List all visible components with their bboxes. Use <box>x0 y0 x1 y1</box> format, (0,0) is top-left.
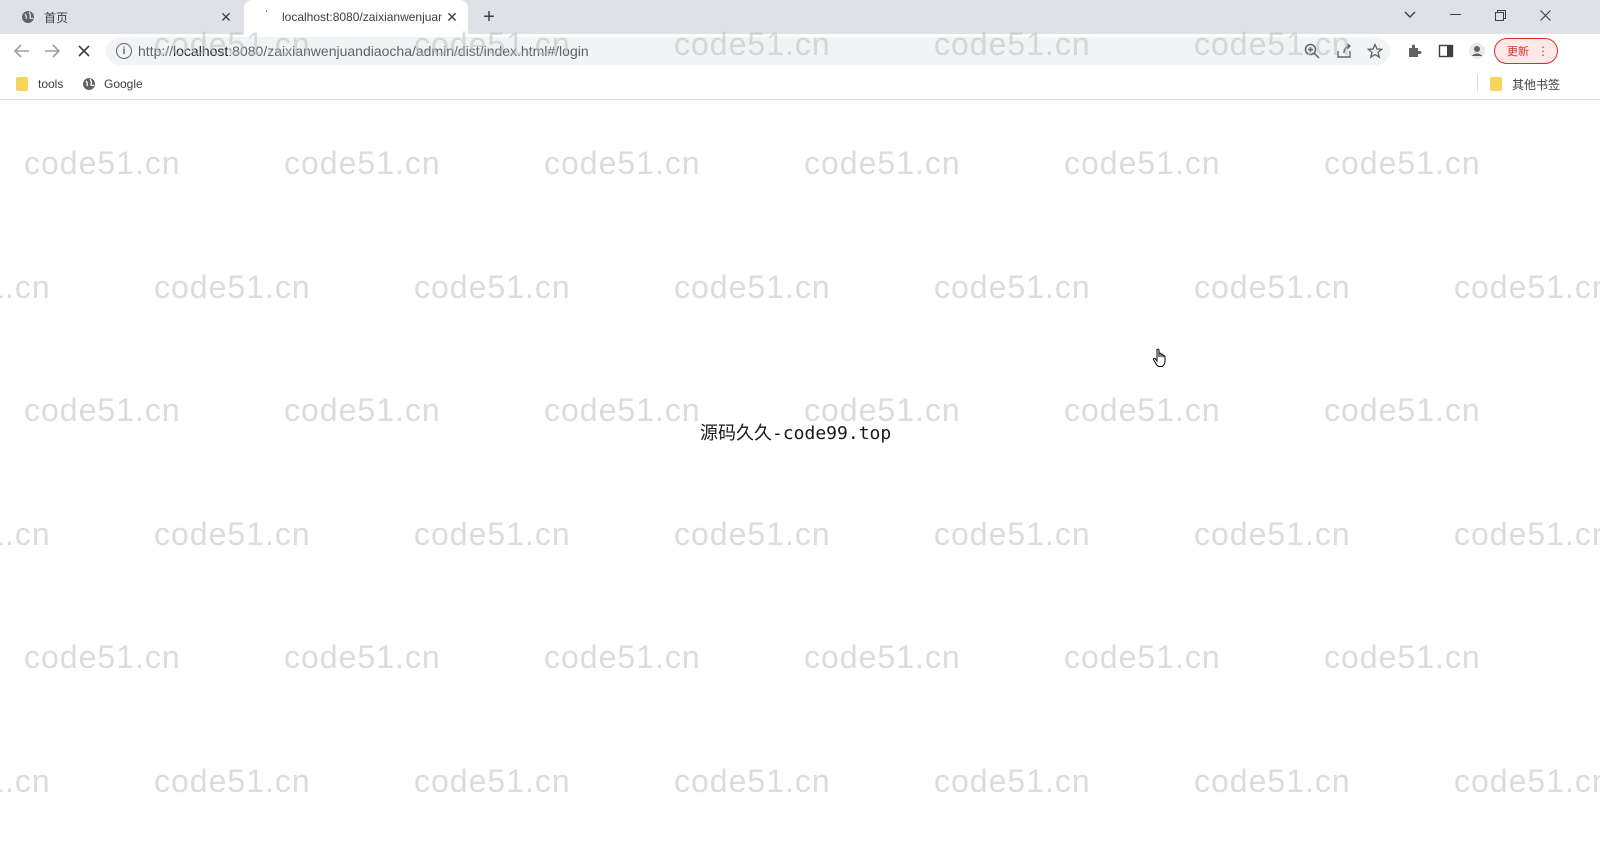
watermark: code51.cn <box>0 269 51 305</box>
globe-icon <box>20 9 36 25</box>
side-panel-icon[interactable] <box>1436 41 1456 61</box>
back-button[interactable] <box>9 38 35 64</box>
browser-toolbar: i http://localhost:8080/zaixianwenjuandi… <box>0 34 1600 68</box>
watermark: code51.cn <box>0 516 51 552</box>
watermark: code51.cn <box>544 392 701 428</box>
watermark: code51.cn <box>544 639 701 675</box>
update-button[interactable]: 更新 ⋮ <box>1494 38 1558 64</box>
watermark: code51.cn <box>934 516 1091 552</box>
watermark: code51.cn <box>674 269 831 305</box>
bookmark-star-icon[interactable] <box>1365 41 1385 61</box>
bookmarks-bar: tools Google 其他书签 <box>0 68 1600 100</box>
share-icon[interactable] <box>1334 41 1354 61</box>
watermark: code51.cn <box>154 516 311 552</box>
watermark: code51.cn <box>804 639 961 675</box>
watermark: code51.cn <box>934 269 1091 305</box>
watermark: code51.cn <box>934 763 1091 799</box>
close-tab-icon[interactable]: ✕ <box>442 7 462 27</box>
watermark: code51.cn <box>674 763 831 799</box>
site-info-icon[interactable]: i <box>116 43 132 59</box>
close-window-button[interactable] <box>1522 0 1568 30</box>
watermark: code51.cn <box>414 269 571 305</box>
watermark: code51.cn <box>154 763 311 799</box>
watermark: code51.cn <box>674 516 831 552</box>
forward-button[interactable] <box>39 38 65 64</box>
stop-loading-button[interactable] <box>71 38 97 64</box>
watermark: code51.cn <box>284 145 441 181</box>
bookmark-google[interactable]: Google <box>82 74 143 94</box>
url-text[interactable]: http://localhost:8080/zaixianwenjuandiao… <box>138 43 589 59</box>
watermark: code51.cn <box>414 516 571 552</box>
tab-search-icon[interactable] <box>1387 0 1433 30</box>
watermark: code51.cn <box>1194 763 1351 799</box>
watermark: code51.cn <box>414 763 571 799</box>
close-tab-icon[interactable]: ✕ <box>216 7 236 27</box>
menu-dots-icon[interactable]: ⋮ <box>1537 45 1549 57</box>
watermark: code51.cn <box>1064 392 1221 428</box>
zoom-icon[interactable] <box>1302 41 1322 61</box>
watermark: code51.cn <box>1324 392 1481 428</box>
watermark: code51.cn <box>284 392 441 428</box>
watermark: code51.cn <box>24 145 181 181</box>
folder-icon <box>16 77 28 91</box>
watermark: code51.cn <box>1324 639 1481 675</box>
other-bookmarks[interactable]: 其他书签 <box>1490 74 1560 94</box>
new-tab-button[interactable]: + <box>478 6 500 28</box>
watermark: code51.cn <box>24 639 181 675</box>
watermark: code51.cn <box>24 392 181 428</box>
watermark: code51.cn <box>544 145 701 181</box>
tab-home[interactable]: 首页 ✕ <box>8 0 242 34</box>
watermark: code51.cn <box>1064 145 1221 181</box>
watermark: code51.cn <box>1324 145 1481 181</box>
minimize-button[interactable] <box>1432 0 1478 30</box>
folder-icon <box>1490 77 1502 91</box>
bookmark-tools[interactable]: tools <box>16 74 63 94</box>
watermark: code51.cn <box>1454 763 1600 799</box>
watermark: code51.cn <box>1064 639 1221 675</box>
tab-login[interactable]: localhost:8080/zaixianwenjuandiaocha/adm… <box>244 0 468 34</box>
tab-title: localhost:8080/zaixianwenjuandiaocha/adm… <box>282 10 442 24</box>
bookmarks-divider <box>1477 74 1478 92</box>
page-content: code51.cn code51.cn code51.cn code51.cn … <box>0 101 1600 860</box>
watermark: code51.cn <box>284 639 441 675</box>
address-bar[interactable]: i http://localhost:8080/zaixianwenjuandi… <box>106 37 1390 65</box>
loading-icon <box>258 9 274 25</box>
watermark: code51.cn <box>1454 269 1600 305</box>
restore-button[interactable] <box>1477 0 1523 30</box>
tab-title: 首页 <box>44 10 69 25</box>
extensions-icon[interactable] <box>1404 41 1424 61</box>
watermark: code51.cn <box>154 269 311 305</box>
profile-avatar-icon[interactable] <box>1467 41 1487 61</box>
hand-cursor-icon <box>1152 348 1168 373</box>
page-center-text: 源码久久-code99.top <box>700 423 892 444</box>
globe-icon <box>82 77 96 91</box>
tab-strip: 首页 ✕ localhost:8080/zaixianwenjuandiaoch… <box>0 0 1600 34</box>
watermark: code51.cn <box>1194 516 1351 552</box>
watermark: code51.cn <box>1454 516 1600 552</box>
watermark: code51.cn <box>804 145 961 181</box>
watermark: code51.cn <box>1194 269 1351 305</box>
watermark: code51.cn <box>0 763 51 799</box>
